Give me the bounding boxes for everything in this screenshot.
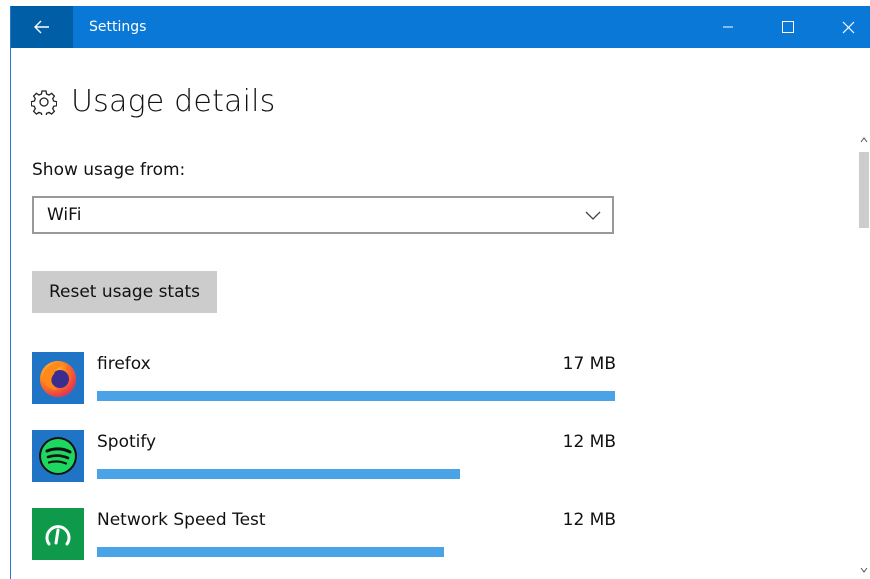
title-bar: Settings — [11, 6, 870, 48]
reset-usage-stats-button[interactable]: Reset usage stats — [32, 271, 217, 313]
scroll-up-button[interactable] — [857, 130, 870, 150]
maximize-button[interactable] — [759, 6, 817, 48]
back-arrow-icon — [34, 20, 49, 34]
scroll-down-button[interactable] — [857, 560, 870, 579]
app-row-spotify[interactable]: Spotify 12 MB — [32, 430, 616, 500]
app-usage-size: 12 MB — [562, 510, 616, 530]
page-title: Usage details — [71, 84, 276, 119]
network-speed-test-icon — [32, 508, 84, 560]
chevron-down-small-icon — [860, 567, 868, 573]
close-icon — [842, 21, 854, 33]
gear-icon — [31, 89, 57, 115]
vertical-scrollbar[interactable] — [857, 130, 870, 579]
app-name: firefox — [97, 354, 151, 374]
close-button[interactable] — [819, 6, 870, 48]
usage-source-dropdown[interactable]: WiFi — [32, 196, 614, 234]
usage-bar — [97, 391, 615, 401]
chevron-up-icon — [860, 137, 868, 143]
minimize-icon — [723, 26, 733, 28]
window-title: Settings — [89, 19, 147, 35]
app-name: Network Speed Test — [97, 510, 266, 530]
usage-source-value: WiFi — [47, 205, 82, 225]
usage-bar — [97, 469, 460, 479]
app-usage-size: 17 MB — [562, 354, 616, 374]
minimize-button[interactable] — [699, 6, 757, 48]
scroll-thumb[interactable] — [859, 152, 869, 228]
settings-window: Settings Usage details Show usage from: … — [10, 6, 870, 579]
usage-bar — [97, 547, 444, 557]
spotify-icon — [32, 430, 84, 482]
maximize-icon — [782, 21, 794, 33]
app-row-firefox[interactable]: firefox 17 MB — [32, 352, 616, 422]
show-usage-label: Show usage from: — [32, 160, 186, 180]
firefox-icon — [32, 352, 84, 404]
page-header: Usage details — [31, 84, 276, 119]
content-area: Usage details Show usage from: WiFi Rese… — [11, 48, 870, 579]
chevron-down-icon — [585, 211, 601, 220]
app-name: Spotify — [97, 432, 157, 452]
app-row-network-speed-test[interactable]: Network Speed Test 12 MB — [32, 508, 616, 578]
back-button[interactable] — [11, 6, 73, 48]
app-usage-size: 12 MB — [562, 432, 616, 452]
